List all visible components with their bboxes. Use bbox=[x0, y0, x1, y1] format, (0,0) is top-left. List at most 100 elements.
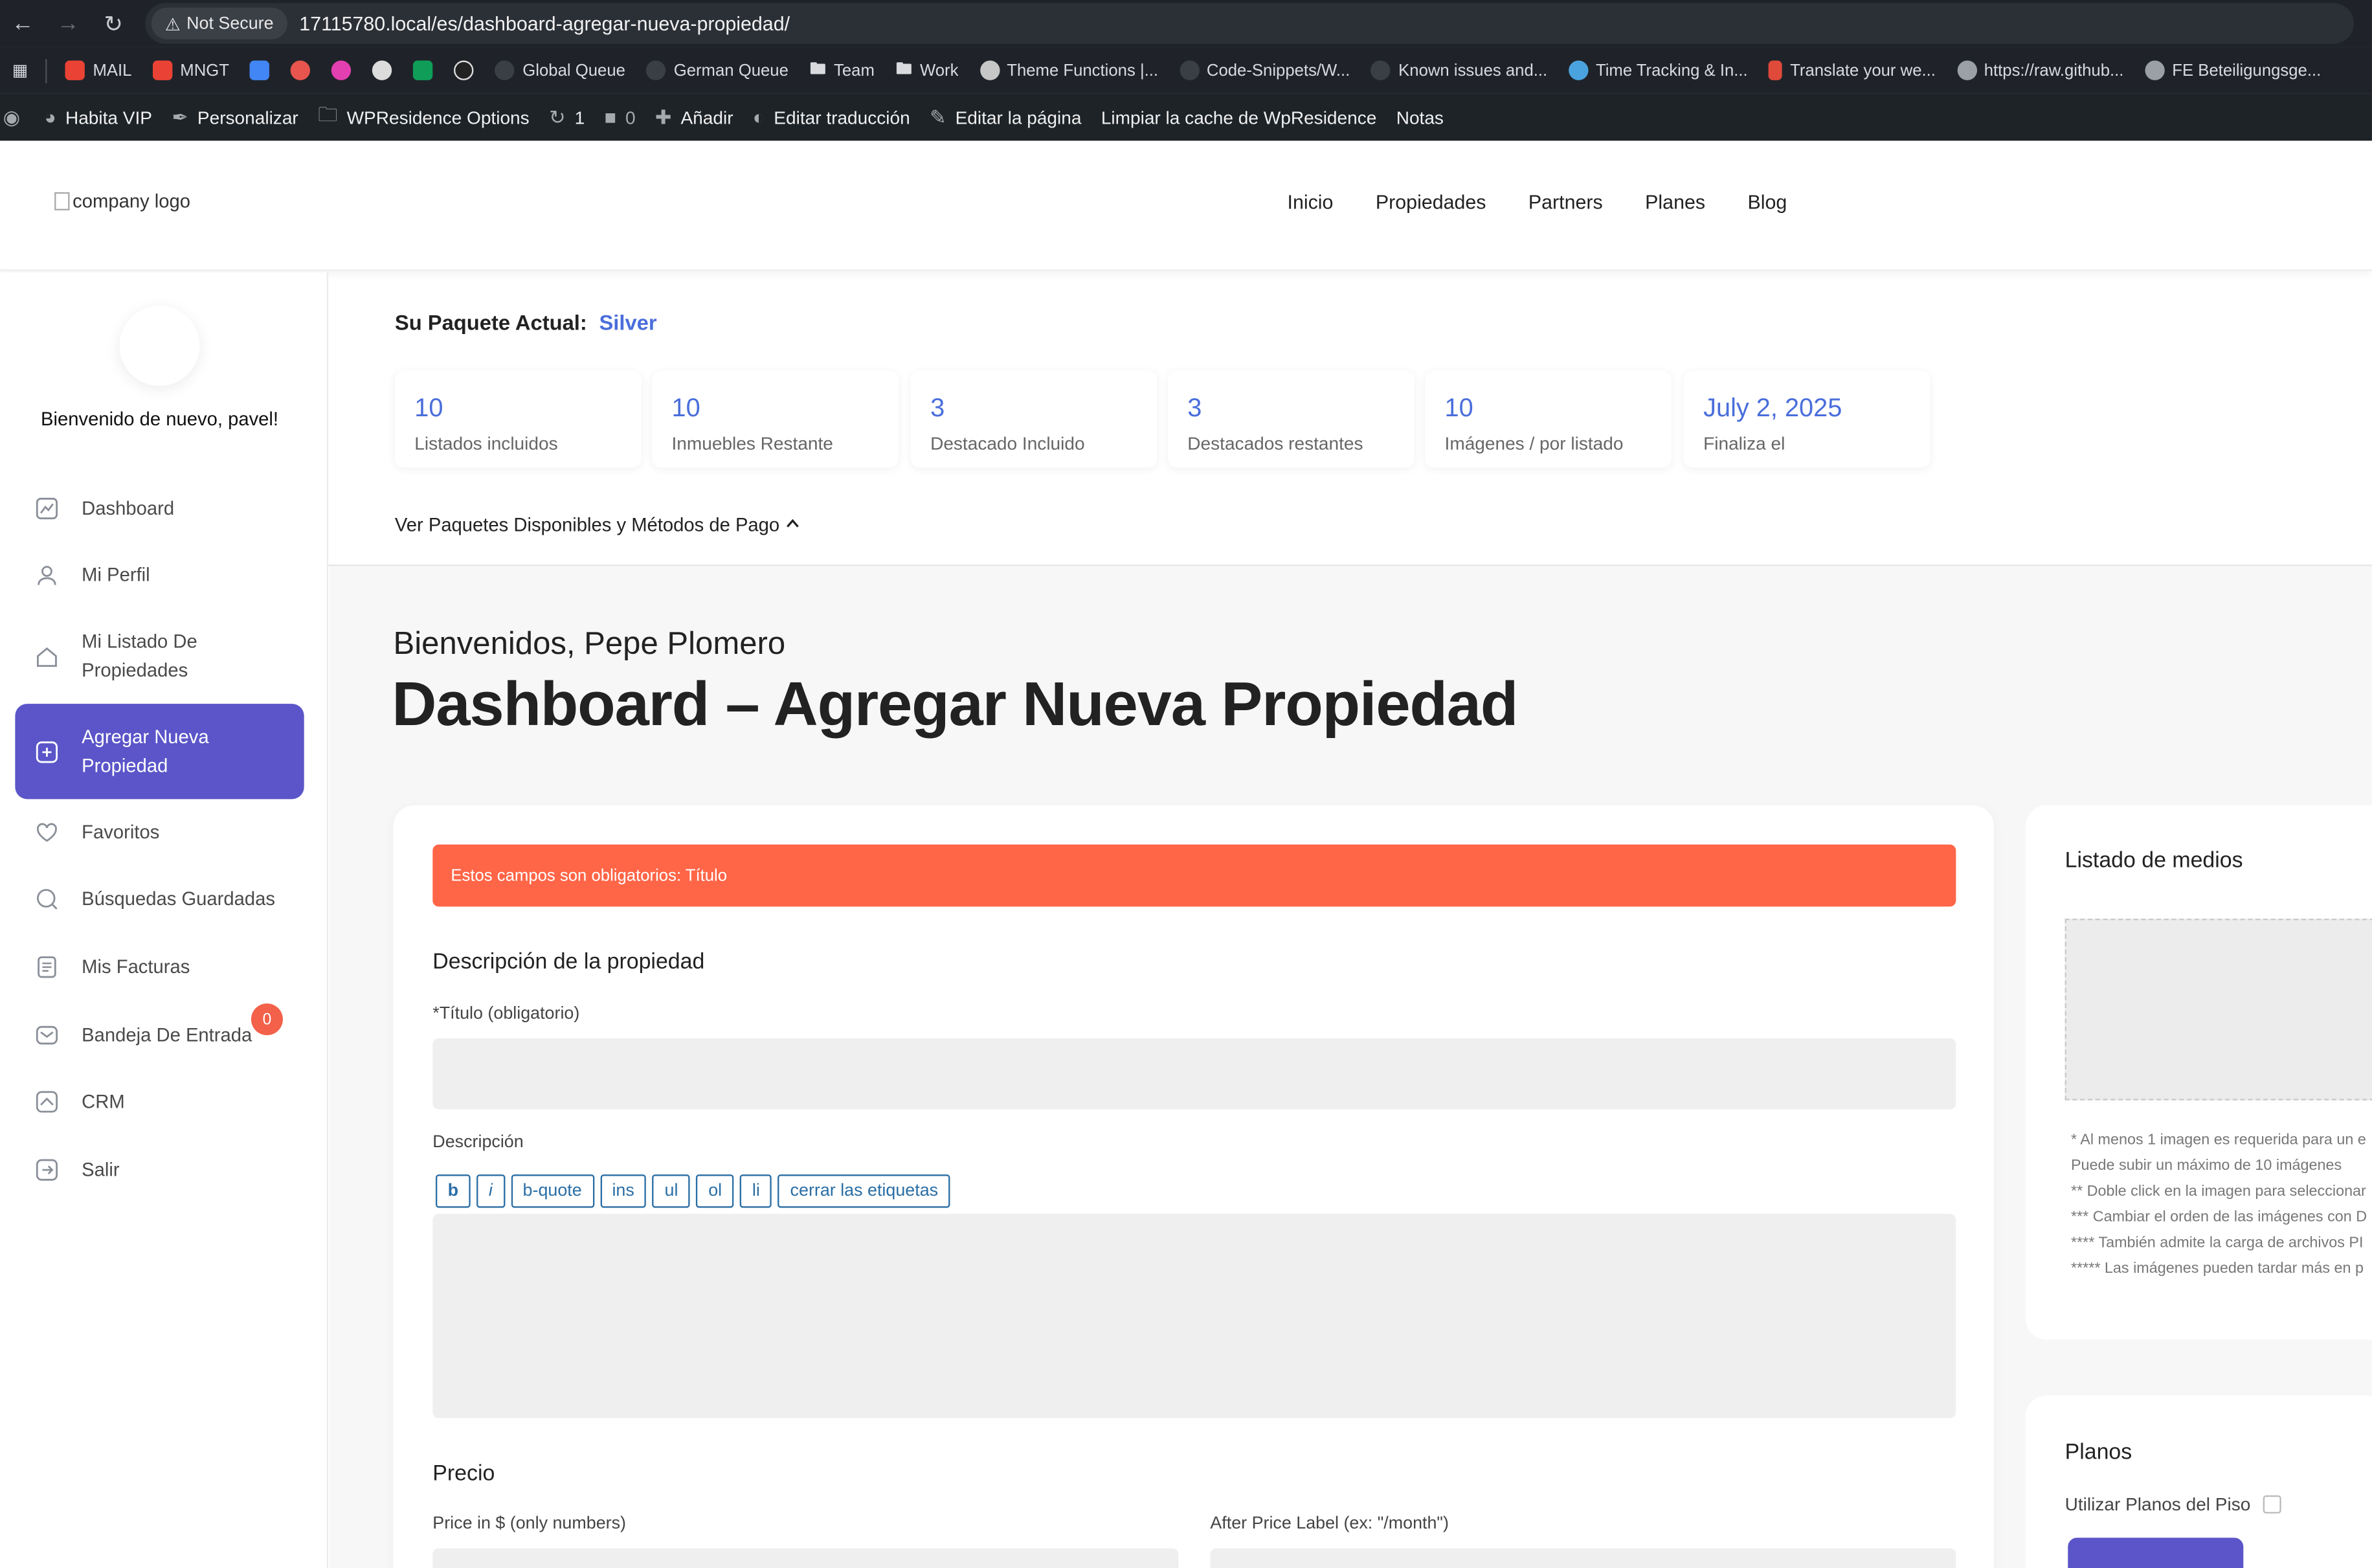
stat-value: 3 bbox=[930, 393, 945, 423]
admin-clear-cache-link[interactable]: Limpiar la cache de WpResidence bbox=[1101, 107, 1376, 128]
warning-icon: ⚠ bbox=[164, 16, 181, 34]
after-price-input[interactable] bbox=[1210, 1548, 1956, 1568]
admin-site-link[interactable]: ◕ Habita VIP bbox=[45, 106, 152, 129]
comment-icon: ■ bbox=[604, 106, 616, 129]
sidebar-item-add-property[interactable]: Agregar Nueva Propiedad bbox=[15, 704, 304, 800]
description-textarea[interactable] bbox=[432, 1213, 1956, 1418]
nav-planes[interactable]: Planes bbox=[1645, 191, 1705, 214]
bookmark-ext-1[interactable] bbox=[291, 60, 311, 80]
bookmark-calendar[interactable] bbox=[250, 60, 271, 80]
gmail-icon bbox=[65, 60, 85, 80]
bookmark-raw-github[interactable]: https://raw.github... bbox=[1956, 60, 2123, 80]
bookmark-team[interactable]: 🖿 Team bbox=[810, 56, 875, 84]
bookmark-ext-2[interactable] bbox=[331, 60, 352, 80]
bookmark-known-issues[interactable]: Known issues and... bbox=[1371, 60, 1547, 80]
admin-comments-link[interactable]: ■ 0 bbox=[605, 106, 636, 129]
extension-icon bbox=[331, 60, 352, 80]
sidebar-item-logout[interactable]: Salir bbox=[15, 1148, 304, 1191]
bookmark-work[interactable]: 🖿 Work bbox=[896, 56, 959, 84]
bookmark-translate[interactable]: Translate your we... bbox=[1769, 60, 1936, 80]
description-section-title: Descripción de la propiedad bbox=[432, 950, 705, 975]
wordpress-icon: ◉ bbox=[3, 105, 21, 128]
quicktag-italic-button[interactable]: i bbox=[476, 1174, 505, 1208]
price-label: Price in $ (only numbers) bbox=[432, 1515, 626, 1534]
nav-partners[interactable]: Partners bbox=[1528, 191, 1603, 214]
quicktag-ul-button[interactable]: ul bbox=[652, 1174, 691, 1208]
crm-icon bbox=[33, 1088, 60, 1115]
extension-icon bbox=[372, 60, 393, 80]
user-icon bbox=[33, 561, 60, 588]
price-input[interactable] bbox=[432, 1548, 1179, 1568]
nav-blog[interactable]: Blog bbox=[1747, 191, 1787, 214]
forward-icon[interactable]: → bbox=[45, 10, 91, 36]
admin-notes-link[interactable]: Notas bbox=[1396, 107, 1444, 128]
stat-card-listings-remaining: 10 Inmuebles Restante bbox=[652, 370, 899, 468]
after-price-label: After Price Label (ex: "/month") bbox=[1210, 1515, 1449, 1534]
sidebar-item-crm[interactable]: CRM bbox=[15, 1081, 304, 1123]
queue-icon bbox=[646, 60, 667, 80]
url-text[interactable]: 17115780.local/es/dashboard-agregar-nuev… bbox=[299, 12, 790, 35]
quicktag-ins-button[interactable]: ins bbox=[599, 1174, 647, 1208]
add-floor-plan-button[interactable] bbox=[2068, 1538, 2244, 1568]
company-logo[interactable]: company logo bbox=[54, 191, 190, 212]
packages-toggle[interactable]: Ver Paquetes Disponibles y Métodos de Pa… bbox=[395, 515, 801, 536]
stat-card-images-per-listing: 10 Imágenes / por listado bbox=[1425, 370, 1672, 468]
bookmark-ext-4[interactable] bbox=[454, 60, 475, 80]
required-fields-alert: Estos campos son obligatorios: Título bbox=[432, 844, 1956, 907]
sidebar-item-dashboard[interactable]: Dashboard bbox=[15, 487, 304, 530]
title-input[interactable] bbox=[432, 1038, 1956, 1110]
clock-icon bbox=[1568, 60, 1589, 80]
back-icon[interactable]: ← bbox=[0, 10, 45, 36]
bookmark-sheets[interactable] bbox=[414, 60, 434, 80]
welcome-heading: Bienvenidos, Pepe Plomero bbox=[393, 626, 786, 662]
bookmark-ext-3[interactable] bbox=[372, 60, 393, 80]
sidebar-item-saved-searches[interactable]: Búsquedas Guardadas bbox=[15, 878, 304, 920]
dashboard-gauge-icon: ◕ bbox=[44, 106, 56, 129]
sidebar-item-listings[interactable]: Mi Listado De Propiedades bbox=[15, 623, 304, 690]
apps-icon[interactable]: ▦ bbox=[12, 61, 28, 80]
admin-options-link[interactable]: 🗀 WPResidence Options bbox=[318, 100, 530, 133]
security-chip[interactable]: ⚠ Not Secure bbox=[151, 7, 287, 39]
gmail-icon bbox=[153, 60, 173, 80]
admin-add-link[interactable]: ✚ Añadir bbox=[655, 105, 733, 129]
admin-edit-translation-link[interactable]: ◐ Editar traducción bbox=[753, 106, 910, 129]
sidebar-item-favorites[interactable]: Favoritos bbox=[15, 811, 304, 853]
image-dropzone[interactable] bbox=[2064, 919, 2372, 1101]
sidebar-item-profile[interactable]: Mi Perfil bbox=[15, 554, 304, 596]
address-bar[interactable]: ⚠ Not Secure 17115780.local/es/dashboard… bbox=[145, 3, 2354, 44]
bookmark-code-snippets[interactable]: Code-Snippets/W... bbox=[1179, 60, 1350, 80]
bookmark-mail[interactable]: MAIL bbox=[65, 60, 132, 80]
wordpress-logo[interactable]: ◉ bbox=[3, 105, 21, 129]
quicktag-close-tags-button[interactable]: cerrar las etiquetas bbox=[778, 1174, 950, 1208]
nav-propiedades[interactable]: Propiedades bbox=[1376, 191, 1486, 214]
sidebar-item-invoices[interactable]: Mis Facturas bbox=[15, 946, 304, 988]
folder-icon: 🗀 bbox=[318, 102, 338, 125]
admin-updates-link[interactable]: ↻ 1 bbox=[549, 105, 585, 129]
stat-card-featured-remaining: 3 Destacados restantes bbox=[1167, 370, 1415, 468]
quicktag-ol-button[interactable]: ol bbox=[696, 1174, 734, 1208]
reload-icon[interactable]: ↻ bbox=[91, 10, 136, 38]
queue-icon bbox=[495, 60, 515, 80]
bookmark-theme-functions[interactable]: Theme Functions |... bbox=[979, 60, 1158, 80]
bookmark-mngt[interactable]: MNGT bbox=[153, 60, 229, 80]
sidebar-item-inbox[interactable]: Bandeja De Entrada 0 bbox=[15, 1003, 304, 1056]
wordpress-icon bbox=[979, 60, 1000, 80]
use-floor-plans-checkbox[interactable] bbox=[2263, 1495, 2281, 1514]
media-title: Listado de medios bbox=[2064, 849, 2243, 873]
avatar[interactable] bbox=[119, 306, 200, 386]
bookmark-time-tracking[interactable]: Time Tracking & In... bbox=[1568, 60, 1748, 80]
quicktag-bold-button[interactable]: b bbox=[435, 1174, 471, 1208]
stat-value: 10 bbox=[671, 393, 700, 423]
admin-edit-page-link[interactable]: ✎ Editar la página bbox=[930, 105, 1081, 129]
stat-label: Listados incluidos bbox=[414, 432, 558, 454]
quicktag-li-button[interactable]: li bbox=[740, 1174, 772, 1208]
bookmark-global-queue[interactable]: Global Queue bbox=[495, 60, 625, 80]
bookmark-german-queue[interactable]: German Queue bbox=[646, 60, 789, 80]
bookmark-fe[interactable]: FE Beteiligungsge... bbox=[2145, 60, 2321, 80]
admin-customize-link[interactable]: ✒ Personalizar bbox=[172, 105, 298, 129]
quicktag-blockquote-button[interactable]: b-quote bbox=[510, 1174, 594, 1208]
invoice-icon bbox=[33, 954, 60, 981]
nav-inicio[interactable]: Inicio bbox=[1288, 191, 1334, 214]
search-icon bbox=[33, 886, 60, 913]
main-navigation: Inicio Propiedades Partners Planes Blog bbox=[1288, 191, 1787, 214]
